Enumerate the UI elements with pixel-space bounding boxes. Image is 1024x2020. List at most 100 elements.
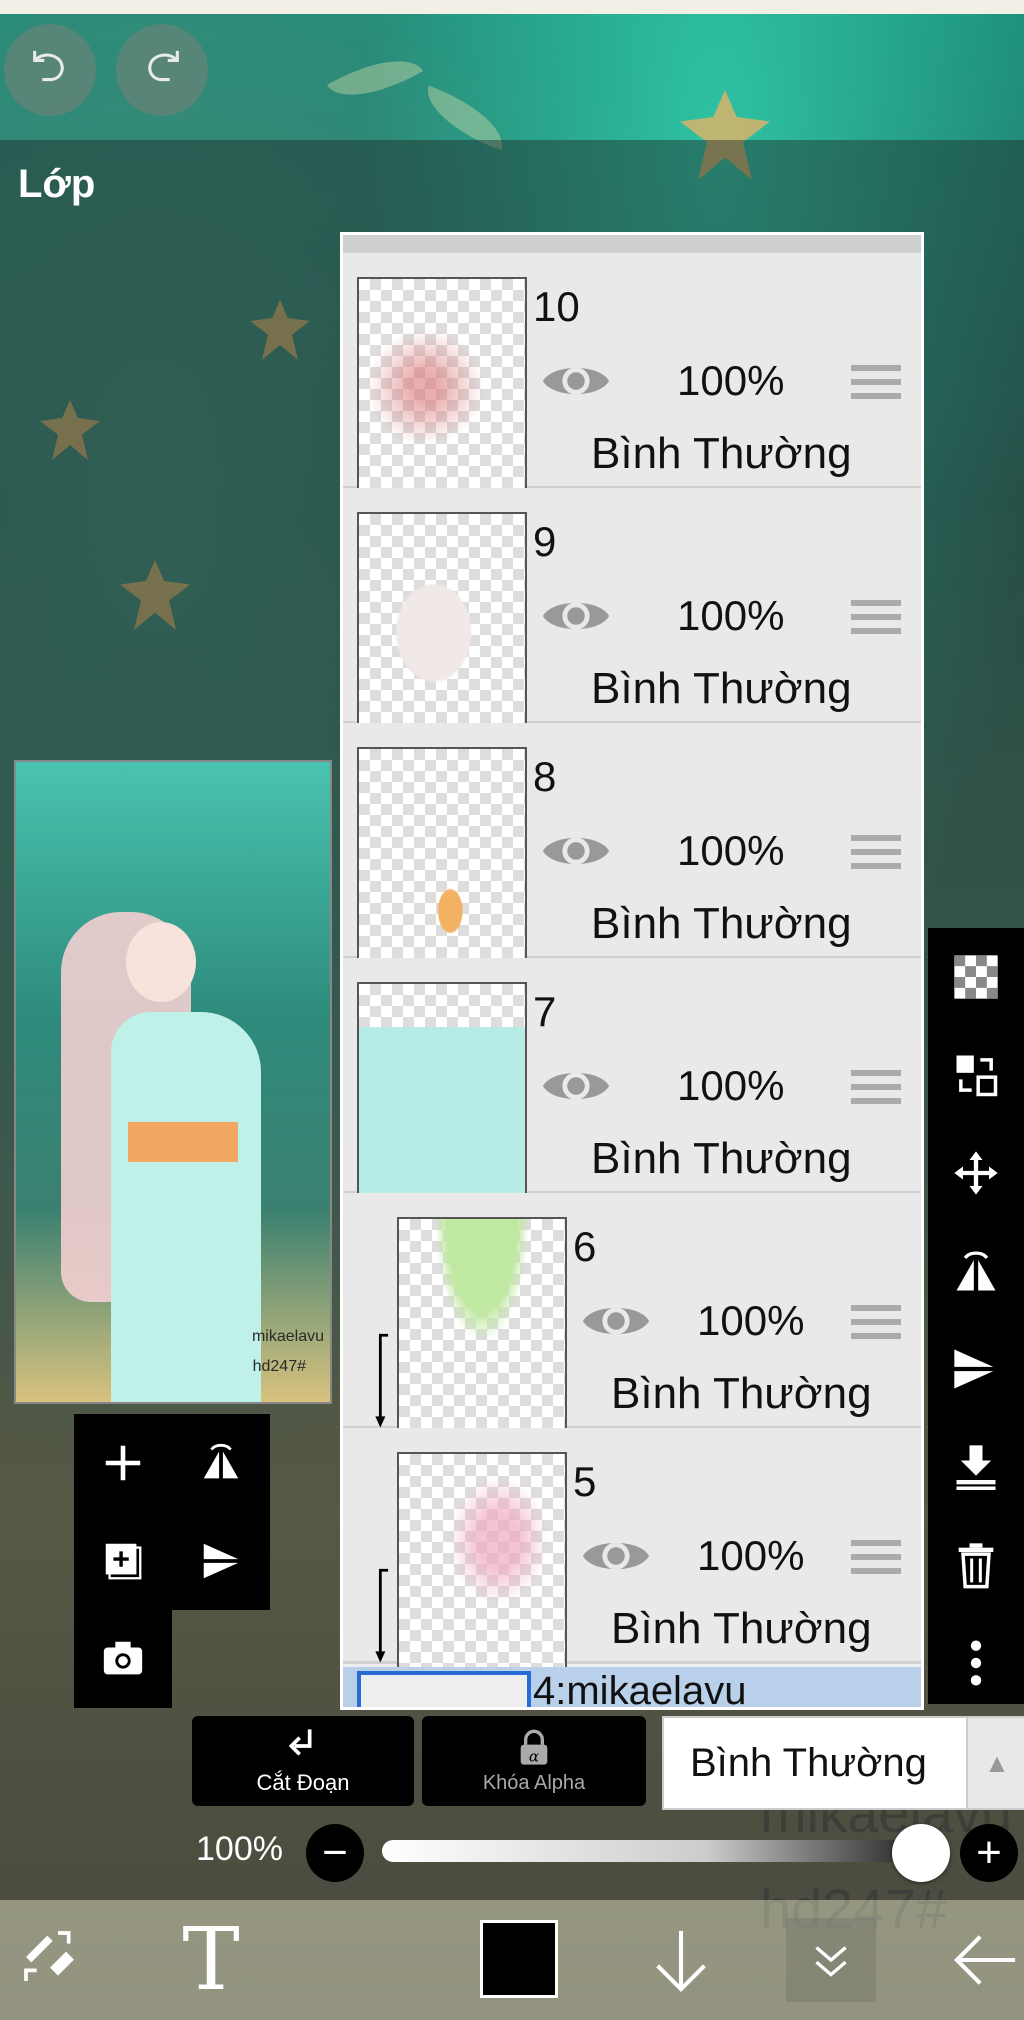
layer-blend-mode: Bình Thường bbox=[591, 899, 852, 948]
layer-tools-extra bbox=[74, 1610, 172, 1708]
text-tool-button[interactable]: T bbox=[166, 1910, 256, 2010]
clip-indicator-arrow-icon bbox=[375, 1333, 389, 1428]
layer-opacity: 100% bbox=[697, 1297, 805, 1344]
layer-row-selected[interactable]: 4:mikaelavu bbox=[343, 1667, 921, 1707]
import-photo-button[interactable] bbox=[74, 1610, 172, 1708]
brush-eraser-icon bbox=[24, 1931, 74, 1981]
svg-text:α: α bbox=[529, 1747, 539, 1765]
eye-icon[interactable] bbox=[581, 1532, 651, 1580]
flip-layer-vertical-button[interactable] bbox=[928, 1320, 1024, 1418]
layer-row[interactable]: 7 100% Bình Thường bbox=[343, 958, 921, 1202]
swap-layer-button[interactable] bbox=[928, 1026, 1024, 1124]
layer-number: 10 bbox=[533, 283, 580, 330]
layer-number: 5 bbox=[573, 1458, 597, 1505]
layer-blend-mode: Bình Thường bbox=[591, 1134, 852, 1183]
flip-layer-horizontal-button[interactable] bbox=[928, 1222, 1024, 1320]
flip-vertical-icon bbox=[203, 1543, 239, 1579]
drag-handle-icon[interactable] bbox=[851, 1305, 901, 1343]
redo-button[interactable] bbox=[116, 24, 208, 116]
layers-panel-toggle[interactable] bbox=[786, 1918, 876, 2002]
duplicate-layer-button[interactable] bbox=[74, 1512, 172, 1610]
layer-list[interactable]: 10 100% Bình Thường 9 100% Bình Thường 8 100% Bì… bbox=[340, 232, 924, 1710]
canvas-preview[interactable]: mikaelavu hd247# bbox=[14, 760, 332, 1404]
flip-horizontal-button[interactable] bbox=[172, 1414, 270, 1512]
layer-thumbnail bbox=[397, 1217, 567, 1437]
preview-figure-sash bbox=[128, 1122, 238, 1162]
alpha-lock-button[interactable]: α Khóa Alpha bbox=[422, 1716, 646, 1806]
layer-row[interactable]: 6 100% Bình Thường bbox=[343, 1193, 921, 1437]
redo-icon bbox=[148, 50, 179, 82]
trash-icon bbox=[958, 1543, 994, 1589]
eye-icon[interactable] bbox=[541, 592, 611, 640]
drag-handle-icon[interactable] bbox=[851, 1540, 901, 1578]
more-options-button[interactable] bbox=[928, 1614, 1024, 1712]
clipping-button[interactable]: Cắt Đoạn bbox=[192, 1716, 414, 1806]
preview-watermark-1: mikaelavu bbox=[251, 1328, 324, 1345]
eye-icon[interactable] bbox=[541, 827, 611, 875]
transparent-fill-button[interactable] bbox=[928, 928, 1024, 1026]
opacity-slider[interactable] bbox=[382, 1840, 922, 1862]
add-copy-icon bbox=[105, 1543, 142, 1580]
blend-mode-value: Bình Thường bbox=[690, 1740, 927, 1785]
camera-icon bbox=[103, 1641, 143, 1675]
flip-horizontal-icon bbox=[956, 1251, 996, 1291]
opacity-decrease-button[interactable]: − bbox=[306, 1824, 364, 1882]
undo-icon bbox=[33, 50, 64, 82]
blend-mode-select[interactable]: Bình Thường ▲ bbox=[662, 1716, 1024, 1810]
back-button[interactable] bbox=[948, 1912, 1024, 2008]
arrow-down-icon bbox=[656, 1930, 706, 1993]
layer-down-button[interactable] bbox=[636, 1912, 726, 2008]
flip-horizontal-icon bbox=[203, 1443, 239, 1479]
layer-opacity: 100% bbox=[677, 1062, 785, 1109]
chevron-up-icon: ▲ bbox=[966, 1718, 1024, 1808]
alpha-lock-label: Khóa Alpha bbox=[482, 1771, 586, 1794]
layer-thumbnail bbox=[397, 1452, 567, 1672]
status-strip bbox=[0, 0, 1024, 14]
layer-side-toolbar bbox=[928, 928, 1024, 1704]
layer-row[interactable]: 9 100% Bình Thường bbox=[343, 488, 921, 732]
layer-number: 7 bbox=[533, 988, 557, 1035]
undo-button[interactable] bbox=[4, 24, 96, 116]
add-layer-button[interactable] bbox=[74, 1414, 172, 1512]
opacity-slider-thumb[interactable] bbox=[892, 1824, 950, 1882]
drag-handle-icon[interactable] bbox=[851, 365, 901, 403]
drag-handle-icon[interactable] bbox=[851, 835, 901, 873]
move-layer-button[interactable] bbox=[928, 1124, 1024, 1222]
plus-icon bbox=[105, 1445, 141, 1481]
preview-watermark-2: hd247# bbox=[252, 1358, 306, 1375]
more-vertical-icon bbox=[970, 1640, 982, 1686]
current-color-swatch[interactable] bbox=[480, 1920, 558, 1998]
eye-icon[interactable] bbox=[541, 357, 611, 405]
merge-down-button[interactable] bbox=[928, 1418, 1024, 1516]
layer-thumbnail bbox=[357, 747, 527, 967]
back-arrow-icon bbox=[953, 1935, 1016, 1985]
flip-vertical-button[interactable] bbox=[172, 1512, 270, 1610]
layer-number: 6 bbox=[573, 1223, 597, 1270]
opacity-increase-button[interactable]: + bbox=[960, 1824, 1018, 1882]
merge-down-icon bbox=[956, 1445, 996, 1490]
plus-icon: + bbox=[976, 1828, 1002, 1877]
layer-blend-mode: Bình Thường bbox=[611, 1604, 872, 1653]
eye-icon[interactable] bbox=[581, 1297, 651, 1345]
layer-row[interactable]: 5 100% Bình Thường bbox=[343, 1428, 921, 1672]
layer-number: 9 bbox=[533, 518, 557, 565]
drag-handle-icon[interactable] bbox=[851, 600, 901, 638]
layer-tools bbox=[74, 1414, 270, 1610]
opacity-label: 100% bbox=[196, 1830, 283, 1868]
layer-list-top-edge bbox=[343, 235, 921, 255]
delete-layer-button[interactable] bbox=[928, 1516, 1024, 1614]
checker-icon bbox=[954, 955, 998, 999]
layer-opacity: 100% bbox=[677, 357, 785, 404]
brush-eraser-button[interactable] bbox=[10, 1912, 90, 2002]
canvas-leaf bbox=[327, 39, 423, 117]
layer-blend-mode: Bình Thường bbox=[611, 1369, 872, 1418]
layer-row[interactable]: 10 100% Bình Thường bbox=[343, 253, 921, 497]
layer-thumbnail bbox=[357, 277, 527, 497]
selected-layer-thumbnail bbox=[357, 1671, 531, 1707]
drag-handle-icon[interactable] bbox=[851, 1070, 901, 1108]
text-tool-icon: T bbox=[182, 1910, 240, 2010]
layer-blend-mode: Bình Thường bbox=[591, 429, 852, 478]
layer-blend-mode: Bình Thường bbox=[591, 664, 852, 713]
layer-row[interactable]: 8 100% Bình Thường bbox=[343, 723, 921, 967]
eye-icon[interactable] bbox=[541, 1062, 611, 1110]
